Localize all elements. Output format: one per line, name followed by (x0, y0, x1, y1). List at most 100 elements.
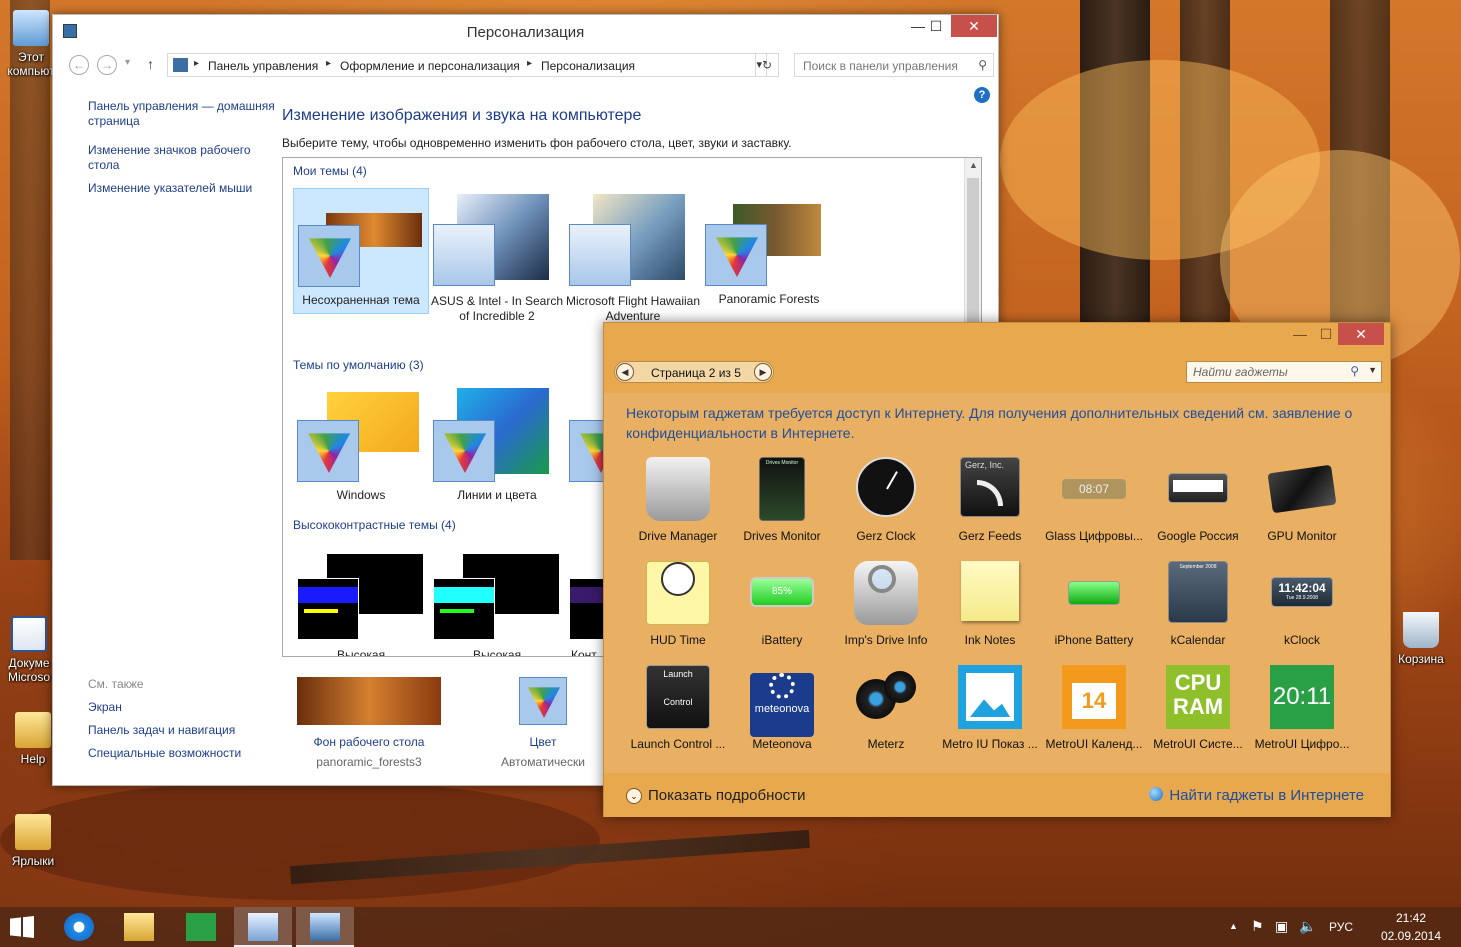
volume-icon[interactable]: 🔈 (1299, 918, 1316, 935)
contrast-swatch (434, 587, 494, 603)
recent-pages-dropdown[interactable]: ▾ (125, 57, 130, 68)
gadget-search-input[interactable]: Найти гаджеты ⚲ ▼ (1186, 361, 1382, 383)
link-desktop-icons[interactable]: Изменение значков рабочего стола (88, 143, 278, 173)
show-details-button[interactable]: ⌄ Показать подробности (626, 787, 805, 804)
close-button[interactable]: ✕ (1338, 323, 1384, 345)
gadget-metro-digital[interactable]: 20:11 MetroUI Цифро... (1250, 665, 1354, 765)
action-center-flag-icon[interactable]: ⚑ (1251, 918, 1264, 935)
meter-gauges-icon (854, 665, 918, 729)
scroll-up-icon[interactable]: ▲ (965, 160, 981, 170)
link-display[interactable]: Экран (88, 700, 278, 715)
address-bar[interactable]: ▸ Панель управления ▸ Оформление и персо… (167, 53, 767, 77)
show-details-label: Показать подробности (648, 787, 806, 804)
battery-percent: 85% (771, 586, 792, 597)
theme-unsaved[interactable]: Несохраненная тема (293, 188, 429, 314)
search-dropdown-icon[interactable]: ▼ (1368, 365, 1377, 375)
find-online-label: Найти гаджеты в Интернете (1169, 787, 1364, 804)
desktop-icon-shortcuts[interactable]: Ярлыки (0, 814, 68, 868)
gadget-glass-digital[interactable]: 08:07 Glass Цифровы... (1042, 457, 1146, 557)
breadcrumb-separator: ▸ (527, 58, 533, 69)
breadcrumb-control-panel[interactable]: Панель управления (208, 59, 318, 73)
gadget-label: kClock (1283, 633, 1320, 647)
gadget-gpu-monitor[interactable]: GPU Monitor (1250, 457, 1354, 557)
rss-waves (977, 480, 1003, 506)
gadget-meteonova[interactable]: meteonova Meteonova (730, 665, 834, 765)
close-button[interactable]: ✕ (951, 15, 997, 37)
theme-panoramic-forests[interactable]: Panoramic Forests (701, 188, 837, 314)
maximize-button[interactable]: ☐ (921, 15, 951, 37)
desktop-icon-recycle-bin[interactable]: Корзина (1386, 612, 1456, 666)
theme-asus-intel[interactable]: ASUS & Intel - In Search of Incredible 2 (429, 188, 565, 323)
ram-text: RAM (1172, 694, 1224, 719)
clock-face (661, 562, 695, 596)
gadget-google-russia[interactable]: Google Россия (1146, 457, 1250, 557)
gadget-label: iBattery (761, 633, 803, 647)
section-high-contrast: Высококонтрастные темы (4) (293, 518, 456, 532)
gadget-metro-system[interactable]: CPU RAM MetroUI Систе... (1146, 665, 1250, 765)
gadget-ibattery[interactable]: 85% iBattery (730, 561, 834, 661)
refresh-button[interactable]: ↻ (755, 53, 779, 77)
gadget-iphone-battery[interactable]: iPhone Battery (1042, 561, 1146, 661)
gadget-kclock[interactable]: 11:42:04 Tue 28.9.2008 kClock (1250, 561, 1354, 661)
gadget-launch-control[interactable]: Launch Control Launch Control ... (626, 665, 730, 765)
next-page-button[interactable]: ▶ (754, 363, 772, 381)
help-icon[interactable]: ? (974, 87, 990, 103)
clock-time[interactable]: 21:42 (1381, 911, 1441, 925)
gadget-drive-manager[interactable]: Drive Manager (626, 457, 730, 557)
see-also-heading: См. также (88, 677, 144, 691)
gadgets-header[interactable]: — ☐ ✕ ◀ Страница 2 из 5 ▶ Найти гаджеты … (604, 323, 1390, 393)
taskbar-store[interactable] (172, 907, 230, 947)
taskbar-file-explorer[interactable] (110, 907, 168, 947)
link-accessibility[interactable]: Специальные возможности (88, 746, 278, 761)
taskbar-personalization[interactable] (296, 907, 354, 947)
gadget-meterz[interactable]: Meterz (834, 665, 938, 765)
gadget-metro-slideshow[interactable]: Metro IU Показ ... (938, 665, 1042, 765)
taskbar-gadgets[interactable] (234, 907, 292, 947)
gadget-hud-time[interactable]: HUD Time (626, 561, 730, 661)
minimize-button[interactable]: — (1286, 323, 1314, 345)
scroll-thumb[interactable] (967, 178, 979, 338)
gadget-drives-monitor[interactable]: Drives Monitor Drives Monitor (730, 457, 834, 557)
network-icon[interactable]: ▣ (1275, 918, 1288, 935)
breadcrumb-personalization[interactable]: Персонализация (541, 59, 635, 73)
gadget-kcalendar[interactable]: September 2008 kCalendar (1146, 561, 1250, 661)
clock-hand (886, 471, 898, 490)
find-gadgets-online-link[interactable]: Найти гаджеты в Интернете (1149, 787, 1364, 804)
gadget-label: MetroUI Календ... (1045, 737, 1143, 751)
desktop-background-setting[interactable]: Фон рабочего стола panoramic_forests3 (297, 677, 441, 769)
meteonova-brand: meteonova (754, 703, 810, 715)
wallpaper-thumbnail (297, 677, 441, 725)
up-button[interactable]: ↑ (147, 56, 154, 72)
theme-microsoft-flight[interactable]: Microsoft Flight Hawaiian Adventure (565, 188, 701, 323)
theme-high-contrast-1[interactable]: Высокая (293, 544, 429, 656)
theme-windows[interactable]: Windows (293, 384, 429, 510)
previous-page-button[interactable]: ◀ (616, 363, 634, 381)
link-taskbar[interactable]: Панель задач и навигация (88, 723, 278, 738)
forward-button[interactable]: → (97, 55, 117, 75)
control-panel-search[interactable]: Поиск в панели управления ⚲ (794, 53, 994, 77)
gauge (884, 671, 916, 703)
link-control-panel-home[interactable]: Панель управления — домашняя страница (88, 99, 278, 129)
maximize-button[interactable]: ☐ (1312, 323, 1340, 345)
gadget-ink-notes[interactable]: Ink Notes (938, 561, 1042, 661)
clock-date[interactable]: 02.09.2014 (1371, 929, 1451, 943)
gadget-imps-drive-info[interactable]: Imp's Drive Info (834, 561, 938, 661)
internet-notice[interactable]: Некоторым гаджетам требуется доступ к Ин… (626, 403, 1366, 443)
gadget-gerz-feeds[interactable]: Gerz, Inc. Gerz Feeds (938, 457, 1042, 557)
gadget-label: MetroUI Систе... (1153, 737, 1243, 751)
theme-lines-colors[interactable]: Линии и цвета (429, 384, 565, 510)
sticky-note-icon (961, 561, 1019, 621)
input-language[interactable]: РУС (1329, 920, 1353, 934)
show-hidden-icons-icon[interactable]: ▲ (1229, 921, 1238, 931)
title-bar[interactable]: Персонализация — ☐ ✕ (53, 15, 998, 49)
taskbar-internet-explorer[interactable] (50, 907, 108, 947)
search-icon[interactable]: ⚲ (1350, 364, 1359, 378)
theme-high-contrast-2[interactable]: Высокая (429, 544, 565, 656)
back-button[interactable]: ← (69, 55, 89, 75)
folder-icon (15, 814, 51, 850)
gadget-gerz-clock[interactable]: Gerz Clock (834, 457, 938, 557)
link-mouse-pointers[interactable]: Изменение указателей мыши (88, 181, 278, 196)
color-setting[interactable]: Цвет Автоматически (483, 677, 603, 769)
breadcrumb-appearance[interactable]: Оформление и персонализация (340, 59, 520, 73)
gadget-metro-calendar[interactable]: 14 MetroUI Календ... (1042, 665, 1146, 765)
